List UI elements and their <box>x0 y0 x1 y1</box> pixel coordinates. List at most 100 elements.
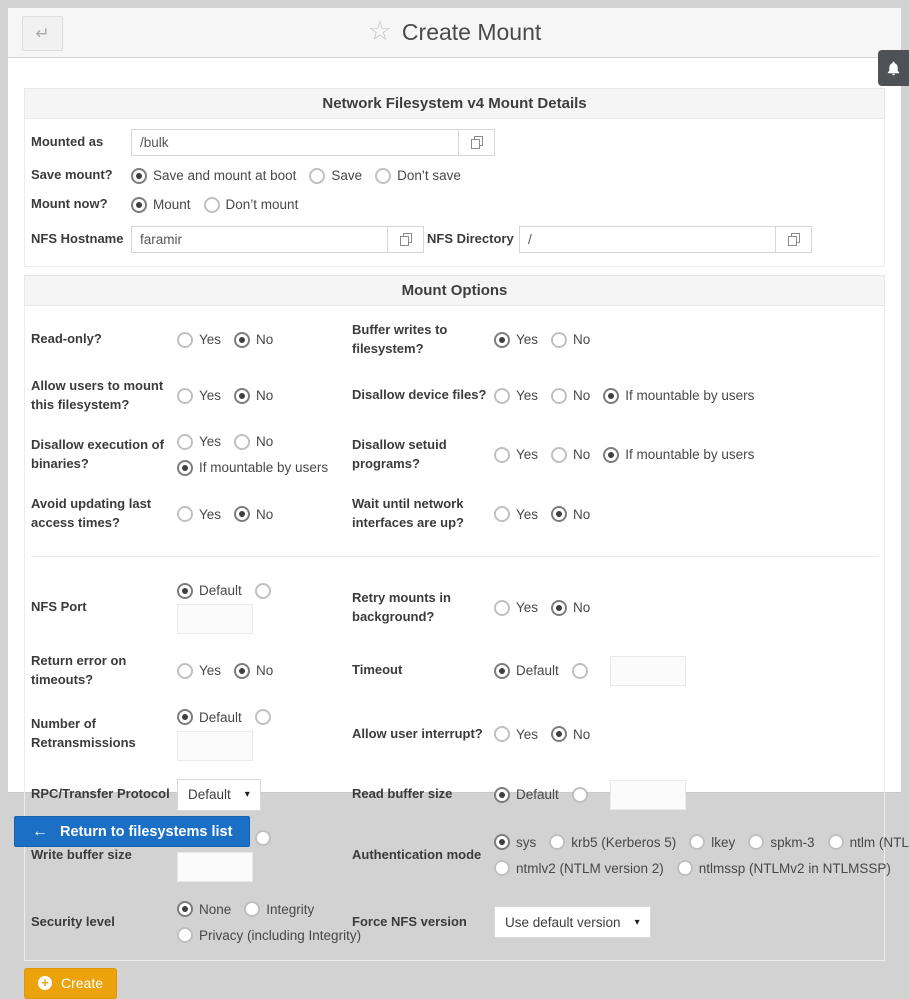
radio-icon[interactable] <box>494 388 510 404</box>
allow-interrupt-option[interactable]: Yes <box>494 726 538 742</box>
timeout-option[interactable]: Default <box>494 663 559 679</box>
radio-icon[interactable] <box>549 834 565 850</box>
radio-icon[interactable] <box>255 583 271 599</box>
radio-icon[interactable] <box>244 901 260 917</box>
disallow-setuid-option[interactable]: Yes <box>494 447 538 463</box>
error-on-timeout-option[interactable]: Yes <box>177 663 221 679</box>
radio-selected-icon[interactable] <box>551 726 567 742</box>
radio-icon[interactable] <box>551 332 567 348</box>
radio-icon[interactable] <box>572 787 588 803</box>
radio-selected-icon[interactable] <box>177 901 193 917</box>
radio-selected-icon[interactable] <box>603 447 619 463</box>
save-mount-option[interactable]: Don’t save <box>375 168 461 184</box>
radio-selected-icon[interactable] <box>234 332 250 348</box>
authentication-mode-option[interactable]: ntmlv2 (NTLM version 2) <box>494 860 664 876</box>
timeout-input[interactable] <box>610 656 686 686</box>
avoid-atime-option[interactable]: Yes <box>177 506 221 522</box>
notifications-tab[interactable] <box>878 50 909 86</box>
buffer-writes-option[interactable]: No <box>551 332 590 348</box>
read-buffer-size-input[interactable] <box>610 780 686 810</box>
disallow-execution-option[interactable]: Yes <box>177 434 221 450</box>
wait-network-option[interactable]: Yes <box>494 506 538 522</box>
security-level-option[interactable]: Privacy (including Integrity) <box>177 927 361 943</box>
radio-icon[interactable] <box>494 447 510 463</box>
mount-now-option[interactable]: Mount <box>131 197 191 213</box>
retransmissions-input[interactable] <box>177 731 253 761</box>
buffer-writes-option[interactable]: Yes <box>494 332 538 348</box>
mounted-as-input[interactable] <box>131 129 459 156</box>
radio-icon[interactable] <box>177 927 193 943</box>
favorite-star-icon[interactable]: ☆ <box>368 18 392 45</box>
radio-selected-icon[interactable] <box>551 506 567 522</box>
retransmissions-option[interactable] <box>255 709 271 725</box>
radio-icon[interactable] <box>177 506 193 522</box>
allow-users-mount-option[interactable]: No <box>234 388 273 404</box>
authentication-mode-option[interactable]: ntlmssp (NTLMv2 in NTLMSSP) <box>677 860 891 876</box>
radio-selected-icon[interactable] <box>494 663 510 679</box>
disallow-device-files-option[interactable]: Yes <box>494 388 538 404</box>
read-only-option[interactable]: No <box>234 332 273 348</box>
write-buffer-size-input[interactable] <box>177 852 253 882</box>
radio-icon[interactable] <box>255 830 271 846</box>
security-level-option[interactable]: None <box>177 901 231 917</box>
wait-network-option[interactable]: No <box>551 506 590 522</box>
read-buffer-size-option[interactable]: Default <box>494 787 559 803</box>
rpc-transfer-protocol-select[interactable]: Default▾ <box>177 779 261 811</box>
nfs-hostname-input[interactable] <box>131 226 388 253</box>
force-nfs-version-select[interactable]: Use default version▾ <box>494 906 651 938</box>
radio-icon[interactable] <box>689 834 705 850</box>
radio-icon[interactable] <box>494 860 510 876</box>
authentication-mode-option[interactable]: krb5 (Kerberos 5) <box>549 834 676 850</box>
nfs-hostname-chooser-button[interactable] <box>387 226 424 253</box>
disallow-device-files-option[interactable]: No <box>551 388 590 404</box>
radio-icon[interactable] <box>494 600 510 616</box>
read-buffer-size-option[interactable] <box>572 787 588 803</box>
radio-selected-icon[interactable] <box>494 332 510 348</box>
disallow-execution-option[interactable]: If mountable by users <box>177 460 328 476</box>
radio-icon[interactable] <box>494 506 510 522</box>
disallow-device-files-option[interactable]: If mountable by users <box>603 388 754 404</box>
nfs-port-option[interactable] <box>255 583 271 599</box>
create-button[interactable]: + Create <box>24 968 117 999</box>
avoid-atime-option[interactable]: No <box>234 506 273 522</box>
radio-icon[interactable] <box>551 447 567 463</box>
retry-background-option[interactable]: No <box>551 600 590 616</box>
radio-icon[interactable] <box>234 434 250 450</box>
save-mount-option[interactable]: Save and mount at boot <box>131 168 296 184</box>
radio-selected-icon[interactable] <box>603 388 619 404</box>
retransmissions-option[interactable]: Default <box>177 709 242 725</box>
error-on-timeout-option[interactable]: No <box>234 663 273 679</box>
nfs-port-option[interactable]: Default <box>177 583 242 599</box>
return-to-filesystems-button[interactable]: ← Return to filesystems list <box>14 816 250 847</box>
radio-icon[interactable] <box>204 197 220 213</box>
radio-icon[interactable] <box>494 726 510 742</box>
authentication-mode-option[interactable]: sys <box>494 834 536 850</box>
mount-now-option[interactable]: Don’t mount <box>204 197 299 213</box>
radio-icon[interactable] <box>255 709 271 725</box>
radio-selected-icon[interactable] <box>234 663 250 679</box>
save-mount-option[interactable]: Save <box>309 168 362 184</box>
authentication-mode-option[interactable]: lkey <box>689 834 735 850</box>
authentication-mode-option[interactable]: spkm-3 <box>748 834 814 850</box>
nfs-directory-input[interactable] <box>519 226 776 253</box>
write-buffer-size-option[interactable] <box>255 830 271 846</box>
radio-icon[interactable] <box>828 834 844 850</box>
radio-selected-icon[interactable] <box>131 168 147 184</box>
radio-icon[interactable] <box>177 663 193 679</box>
radio-selected-icon[interactable] <box>234 506 250 522</box>
timeout-option[interactable] <box>572 663 588 679</box>
radio-selected-icon[interactable] <box>177 583 193 599</box>
disallow-setuid-option[interactable]: No <box>551 447 590 463</box>
allow-interrupt-option[interactable]: No <box>551 726 590 742</box>
radio-icon[interactable] <box>677 860 693 876</box>
radio-icon[interactable] <box>748 834 764 850</box>
disallow-setuid-option[interactable]: If mountable by users <box>603 447 754 463</box>
nfs-directory-chooser-button[interactable] <box>775 226 812 253</box>
radio-icon[interactable] <box>375 168 391 184</box>
authentication-mode-option[interactable]: ntlm (NTLM) <box>828 834 909 850</box>
radio-icon[interactable] <box>177 434 193 450</box>
back-button[interactable]: ↵ <box>22 16 63 51</box>
radio-selected-icon[interactable] <box>494 834 510 850</box>
radio-selected-icon[interactable] <box>551 600 567 616</box>
radio-selected-icon[interactable] <box>177 709 193 725</box>
